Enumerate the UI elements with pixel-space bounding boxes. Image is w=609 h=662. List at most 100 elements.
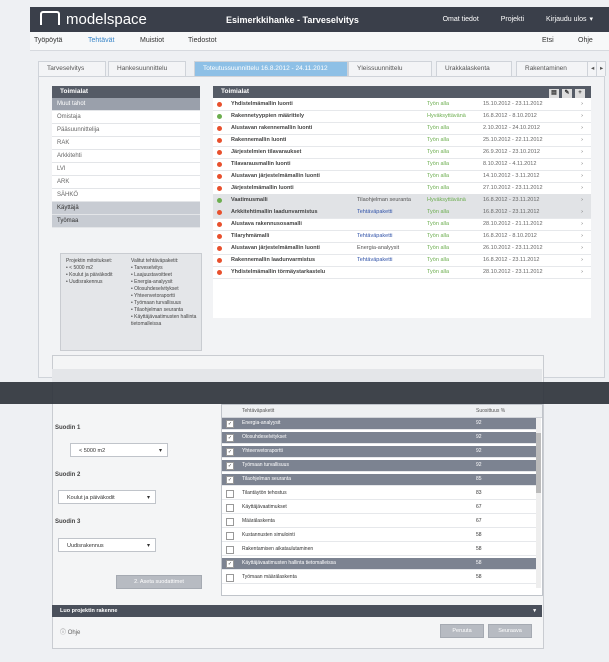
chevron-right-icon[interactable]: ›	[581, 134, 583, 146]
package-checkbox[interactable]: ✓	[226, 448, 234, 456]
scrollbar-thumb[interactable]	[536, 433, 541, 493]
package-row[interactable]: ✓ Olosuhdeselvitykset 92	[222, 432, 536, 444]
tab-yleissuunnittelu[interactable]: Yleissuunnittelu	[348, 61, 432, 76]
package-checkbox[interactable]	[226, 532, 234, 540]
task-date: 26.9.2012 - 23.10.2012	[483, 149, 540, 155]
task-name: Rakennemallin laadunvarmistus	[231, 257, 316, 263]
chevron-right-icon[interactable]: ›	[581, 230, 583, 242]
chevron-right-icon[interactable]: ▸	[596, 61, 606, 76]
package-name: Työmaan turvallisuus	[242, 462, 289, 468]
help-link[interactable]: ⓘ Ohje	[60, 627, 80, 636]
side-item[interactable]: Käyttäjä	[52, 202, 200, 215]
chevron-right-icon[interactable]: ›	[581, 122, 583, 134]
chevron-right-icon[interactable]: ›	[581, 218, 583, 230]
package-name: Työmaan määrälaskenta	[242, 574, 297, 580]
chevron-right-icon[interactable]: ›	[581, 182, 583, 194]
package-checkbox[interactable]: ✓	[226, 462, 234, 470]
chevron-right-icon[interactable]: ›	[581, 158, 583, 170]
task-name: Yhdistelmämallin luonti	[231, 101, 293, 107]
package-row[interactable]: ✓ Käyttäjävaatimusten hallinta tietomalle…	[222, 558, 536, 570]
task-row[interactable]: Yhdistelmämallin törmäystarkastelu Työn a…	[213, 266, 591, 279]
package-checkbox[interactable]	[226, 546, 234, 554]
column-header-pct: Suosittuus %	[476, 408, 506, 414]
side-item[interactable]: Työmaa	[52, 215, 200, 228]
print-icon[interactable]: ▤	[549, 89, 559, 98]
filter-summary-line: Valitut tehtäväpaketit:	[131, 258, 179, 264]
chevron-down-icon: ▾	[158, 448, 162, 454]
edit-icon[interactable]: ✎	[562, 89, 572, 98]
package-row[interactable]: Työmaan määrälaskenta 58	[222, 572, 536, 584]
nav-kirjaudu-ulos[interactable]: Kirjaudu ulos	[546, 16, 586, 23]
package-row[interactable]: ✓ Työmaan turvallisuus 92	[222, 460, 536, 472]
menu-tyopoyta[interactable]: Työpöytä	[34, 37, 62, 44]
filter3-select[interactable]: Uudisrakennus ▾	[58, 538, 156, 552]
package-checkbox[interactable]: ✓	[226, 476, 234, 484]
menu-etsi[interactable]: Etsi	[542, 37, 554, 44]
package-checkbox[interactable]: ✓	[226, 420, 234, 428]
chevron-right-icon[interactable]: ›	[581, 98, 583, 110]
package-row[interactable]: Tilantäytön tehostus 83	[222, 488, 536, 500]
filter2-select[interactable]: Koulut ja päiväkodit ▾	[58, 490, 156, 504]
chevron-right-icon[interactable]: ›	[581, 194, 583, 206]
package-checkbox[interactable]: ✓	[226, 434, 234, 442]
task-type[interactable]: Tehtäväpaketti	[357, 230, 392, 242]
package-checkbox[interactable]: ✓	[226, 560, 234, 568]
add-icon[interactable]: +	[575, 89, 585, 98]
next-button[interactable]: Seuraava	[488, 624, 532, 638]
status-dot-icon	[217, 162, 222, 167]
nav-projekti[interactable]: Projekti	[501, 16, 524, 23]
tab-rakentaminen[interactable]: Rakentaminen	[516, 61, 592, 76]
tab-toteutussuunnittelu[interactable]: Toteutussuunnittelu 16.8.2012 - 24.11.20…	[194, 61, 348, 76]
chevron-right-icon[interactable]: ›	[581, 146, 583, 158]
side-item[interactable]: RAK	[52, 137, 200, 150]
package-pct: 58	[476, 532, 482, 538]
chevron-right-icon[interactable]: ›	[581, 110, 583, 122]
chevron-right-icon[interactable]: ›	[581, 206, 583, 218]
tab-urakkalaskenta[interactable]: Urakkalaskenta	[436, 61, 512, 76]
package-row[interactable]: Käyttäjävaatimukset 67	[222, 502, 536, 514]
side-item[interactable]: LVI	[52, 163, 200, 176]
apply-filters-button[interactable]: 2. Aseta suodattimet	[116, 575, 202, 589]
package-row[interactable]: Määrälaskenta 67	[222, 516, 536, 528]
package-row[interactable]: ✓ Tilaohjelman seuranta 85	[222, 474, 536, 486]
package-row[interactable]: Rakentamisen aikataulutaminen 58	[222, 544, 536, 556]
left-panel: Toimialat Muut tahot Omistaja Pääsuunnit…	[52, 86, 200, 228]
filter-summary-line: Projektin mitoitukset:	[66, 258, 113, 264]
back-button[interactable]: Peruuta	[440, 624, 484, 638]
side-item[interactable]: Arkkitehti	[52, 150, 200, 163]
tab-hankesuunnittelu[interactable]: Hankesuunnittelu	[108, 61, 186, 76]
side-item[interactable]: Pääsuunnittelija	[52, 124, 200, 137]
create-structure-bar[interactable]: Luo projektin rakenne ▾	[52, 605, 542, 617]
side-item[interactable]: Omistaja	[52, 111, 200, 124]
menu-bar: Työpöytä Tehtävät Muistiot Tiedostot Ets…	[30, 32, 609, 51]
package-pct: 58	[476, 574, 482, 580]
tab-tarveselvitys[interactable]: Tarveselvitys	[38, 61, 106, 76]
chevron-right-icon[interactable]: ›	[581, 242, 583, 254]
filter2-label: Suodin 2	[55, 472, 81, 478]
chevron-right-icon[interactable]: ›	[581, 170, 583, 182]
task-name: Rakennetyyppien määrittely	[231, 113, 305, 119]
task-type[interactable]: Tehtäväpaketti	[357, 206, 392, 218]
menu-tiedostot[interactable]: Tiedostot	[188, 37, 217, 44]
status-dot-icon	[217, 234, 222, 239]
logo[interactable]: modelspace	[40, 11, 147, 28]
menu-ohje[interactable]: Ohje	[578, 37, 593, 44]
package-row[interactable]: ✓ Energia-analyysit 92	[222, 418, 536, 430]
side-item[interactable]: SÄHKÖ	[52, 189, 200, 202]
nav-omat-tiedot[interactable]: Omat tiedot	[443, 16, 479, 23]
package-row[interactable]: Kustannusten simulointi 58	[222, 530, 536, 542]
menu-tehtavat[interactable]: Tehtävät	[88, 37, 114, 44]
menu-muistiot[interactable]: Muistiot	[140, 37, 164, 44]
package-row[interactable]: ✓ Yhteenvetoraportti 92	[222, 446, 536, 458]
chevron-right-icon[interactable]: ›	[581, 254, 583, 266]
filter1-select[interactable]: < 5000 m2 ▾	[70, 443, 168, 457]
chevron-right-icon[interactable]: ›	[581, 266, 583, 278]
package-list-scrollbar[interactable]	[536, 418, 541, 588]
package-checkbox[interactable]	[226, 574, 234, 582]
side-item[interactable]: ARK	[52, 176, 200, 189]
side-item[interactable]: Muut tahot	[52, 98, 200, 111]
package-checkbox[interactable]	[226, 490, 234, 498]
task-type[interactable]: Tehtäväpaketti	[357, 254, 392, 266]
package-checkbox[interactable]	[226, 518, 234, 526]
package-checkbox[interactable]	[226, 504, 234, 512]
